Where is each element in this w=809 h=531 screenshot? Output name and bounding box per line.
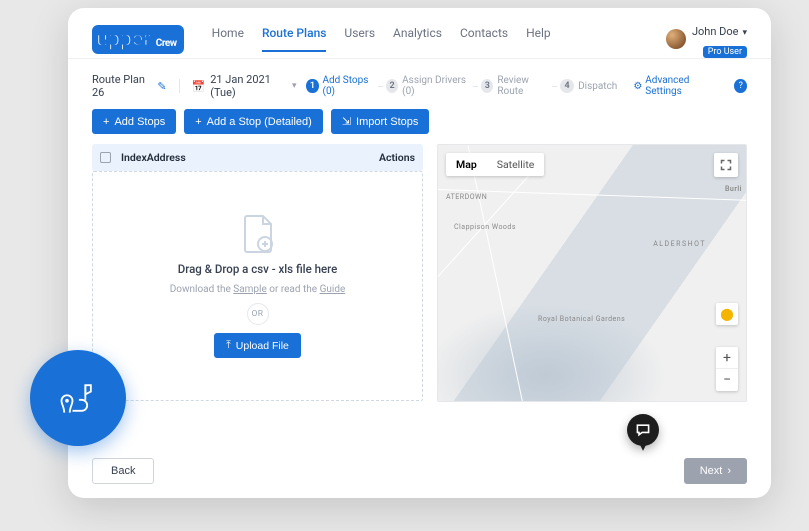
- user-menu[interactable]: John Doe ▾ Pro User: [666, 20, 747, 58]
- logo: upper Crew: [92, 25, 184, 54]
- map-label: Clappison Woods: [454, 223, 516, 231]
- th-actions: Actions: [379, 151, 415, 164]
- file-icon: [241, 214, 275, 254]
- step-label: Review Route: [497, 75, 549, 97]
- dz-text: or read the: [267, 284, 320, 295]
- zoom-out-button[interactable]: −: [716, 369, 738, 391]
- nav-users[interactable]: Users: [344, 26, 375, 52]
- pegman-icon: ⬤: [720, 307, 733, 321]
- action-buttons: + Add Stops + Add a Stop (Detailed) ⇲ Impor…: [68, 109, 771, 144]
- th-address: Address: [147, 151, 186, 164]
- avatar: [666, 29, 686, 49]
- logo-sub: Crew: [153, 37, 180, 50]
- zoom-in-button[interactable]: +: [716, 347, 738, 369]
- step-label: Dispatch: [578, 81, 617, 92]
- separator: [179, 79, 180, 93]
- chevron-right-icon: ›: [727, 465, 731, 477]
- plus-icon: +: [195, 116, 201, 128]
- map-label: Royal Botanical Gardens: [538, 315, 625, 323]
- step-label: Add Stops (0): [323, 75, 375, 97]
- chevron-down-icon: ▾: [742, 28, 747, 38]
- map-label: ALDERSHOT: [653, 240, 706, 248]
- step-assign-drivers[interactable]: 2Assign Drivers (0): [386, 75, 470, 97]
- or-divider: OR: [247, 303, 269, 325]
- btn-label: Add Stops: [114, 116, 165, 128]
- user-col: John Doe ▾ Pro User: [692, 20, 747, 58]
- logo-text: upper: [96, 27, 151, 52]
- map-label: Burli: [725, 185, 742, 193]
- add-stop-detailed-button[interactable]: + Add a Stop (Detailed): [184, 109, 323, 134]
- help-button[interactable]: ?: [734, 79, 747, 93]
- stops-panel: IndexAddress Actions Drag & Drop a csv -…: [92, 144, 423, 402]
- fullscreen-icon: [720, 159, 732, 171]
- table-header: IndexAddress Actions: [92, 144, 423, 171]
- import-icon: ⇲: [342, 115, 351, 128]
- map-road: [468, 145, 527, 402]
- edit-icon[interactable]: ✎: [157, 80, 166, 93]
- footer: Back Next ›: [68, 458, 771, 484]
- nav-analytics[interactable]: Analytics: [393, 26, 442, 52]
- route-name[interactable]: Route Plan 26 ✎: [92, 73, 167, 99]
- advanced-settings[interactable]: ⚙ Advanced Settings: [633, 75, 718, 97]
- next-button[interactable]: Next ›: [684, 458, 747, 484]
- step-separator: [473, 86, 478, 87]
- map-label: ATERDOWN: [446, 193, 487, 201]
- th-index: Index: [121, 151, 147, 164]
- nav-home[interactable]: Home: [212, 26, 244, 52]
- import-stops-button[interactable]: ⇲ Import Stops: [331, 109, 430, 134]
- map-panel[interactable]: ATERDOWN Clappison Woods ALDERSHOT Burli…: [437, 144, 747, 402]
- gear-icon: ⚙: [633, 81, 642, 92]
- main-nav: Home Route Plans Users Analytics Contact…: [212, 26, 551, 52]
- back-button[interactable]: Back: [92, 458, 154, 484]
- step-review-route[interactable]: 3Review Route: [481, 75, 549, 97]
- app-window: upper Crew Home Route Plans Users Analyt…: [68, 8, 771, 498]
- fullscreen-button[interactable]: [714, 153, 738, 177]
- map-type-map[interactable]: Map: [446, 153, 487, 176]
- zoom-control: + −: [716, 347, 738, 391]
- step-label: Assign Drivers (0): [402, 75, 470, 97]
- step-separator: [552, 86, 557, 87]
- content: IndexAddress Actions Drag & Drop a csv -…: [68, 144, 771, 414]
- pro-badge: Pro User: [703, 46, 747, 58]
- btn-label: Add a Stop (Detailed): [207, 116, 312, 128]
- dz-text: Download the: [170, 284, 234, 295]
- step-add-stops[interactable]: 1Add Stops (0): [306, 75, 374, 97]
- nav-contacts[interactable]: Contacts: [460, 26, 508, 52]
- user-name: John Doe: [692, 25, 739, 38]
- date-text: 21 Jan 2021 (Tue): [210, 73, 287, 99]
- route-toolbar: Route Plan 26 ✎ 📅 21 Jan 2021 (Tue) ▾ 1A…: [68, 59, 771, 109]
- dropzone-title: Drag & Drop a csv - xls file here: [178, 262, 338, 276]
- header: upper Crew Home Route Plans Users Analyt…: [68, 8, 771, 58]
- guide-link[interactable]: Guide: [320, 284, 346, 295]
- street-view-button[interactable]: ⬤: [716, 303, 738, 325]
- nav-help[interactable]: Help: [526, 26, 551, 52]
- route-feature-bubble: [30, 350, 126, 446]
- add-stops-button[interactable]: + Add Stops: [92, 109, 176, 134]
- btn-label: Import Stops: [356, 116, 418, 128]
- calendar-icon: 📅: [191, 80, 205, 93]
- map-type-satellite[interactable]: Satellite: [487, 153, 545, 176]
- advanced-label: Advanced Settings: [645, 75, 718, 97]
- upload-icon: ⤒: [226, 339, 231, 352]
- step-dispatch[interactable]: 4Dispatch: [560, 79, 617, 93]
- dropzone-sub: Download the Sample or read the Guide: [170, 284, 346, 295]
- chat-widget[interactable]: [627, 414, 659, 446]
- chevron-down-icon: ▾: [292, 81, 297, 91]
- btn-label: Next: [700, 465, 723, 477]
- step-separator: [378, 86, 383, 87]
- map-type-control: Map Satellite: [446, 153, 544, 176]
- date-picker[interactable]: 📅 21 Jan 2021 (Tue) ▾: [191, 73, 296, 99]
- chat-icon: [635, 422, 651, 438]
- upload-file-button[interactable]: ⤒ Upload File: [214, 333, 301, 358]
- btn-label: Upload File: [236, 340, 289, 352]
- route-pin-icon: [56, 376, 100, 420]
- select-all-checkbox[interactable]: [100, 152, 111, 163]
- plus-icon: +: [103, 116, 109, 128]
- map-canvas[interactable]: ATERDOWN Clappison Woods ALDERSHOT Burli…: [438, 145, 746, 401]
- nav-route-plans[interactable]: Route Plans: [262, 26, 326, 52]
- stepper: 1Add Stops (0) 2Assign Drivers (0) 3Revi…: [306, 75, 617, 97]
- sample-link[interactable]: Sample: [233, 284, 267, 295]
- route-name-text: Route Plan 26: [92, 73, 151, 99]
- dropzone[interactable]: Drag & Drop a csv - xls file here Downlo…: [92, 171, 423, 401]
